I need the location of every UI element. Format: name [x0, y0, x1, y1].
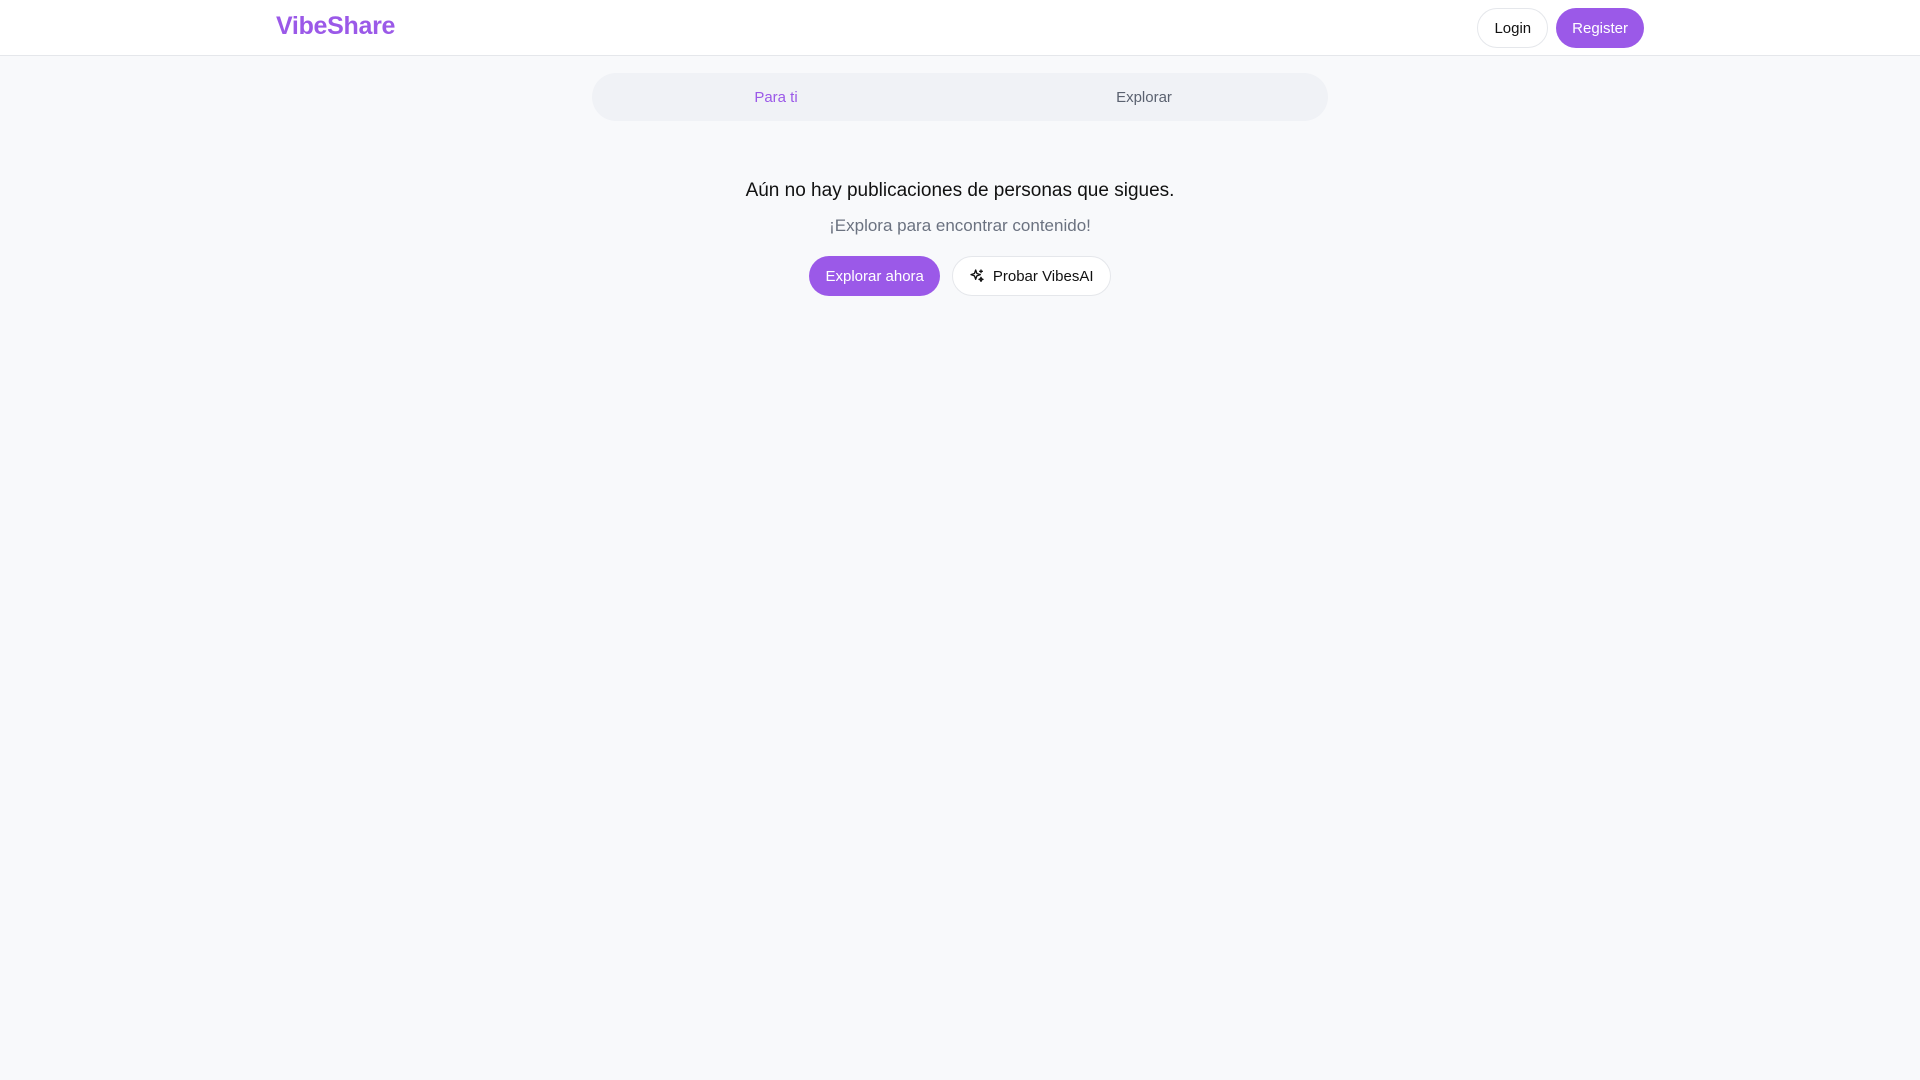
auth-buttons: Login Register	[1477, 8, 1644, 48]
top-bar: VibeShare Login Register	[0, 0, 1920, 56]
try-vibesai-label: Probar VibesAI	[992, 267, 1094, 285]
register-button[interactable]: Register	[1556, 8, 1644, 48]
empty-state-subtitle: ¡Explora para encontrar contenido!	[829, 216, 1091, 235]
login-button[interactable]: Login	[1477, 8, 1549, 48]
feed-tabs: Para ti Explorar	[592, 73, 1328, 121]
tab-para-ti[interactable]: Para ti	[592, 73, 960, 121]
tab-explorar[interactable]: Explorar	[960, 73, 1328, 121]
explore-now-button[interactable]: Explorar ahora	[809, 256, 940, 296]
try-vibesai-button[interactable]: Probar VibesAI	[951, 256, 1111, 296]
logo[interactable]: VibeShare	[276, 12, 395, 41]
empty-state-title: Aún no hay publicaciones de personas que…	[745, 180, 1175, 201]
empty-state-actions: Explorar ahora Probar VibesAI	[809, 256, 1111, 296]
sparkle-icon	[970, 269, 984, 282]
empty-state: Aún no hay publicaciones de personas que…	[0, 178, 1920, 296]
